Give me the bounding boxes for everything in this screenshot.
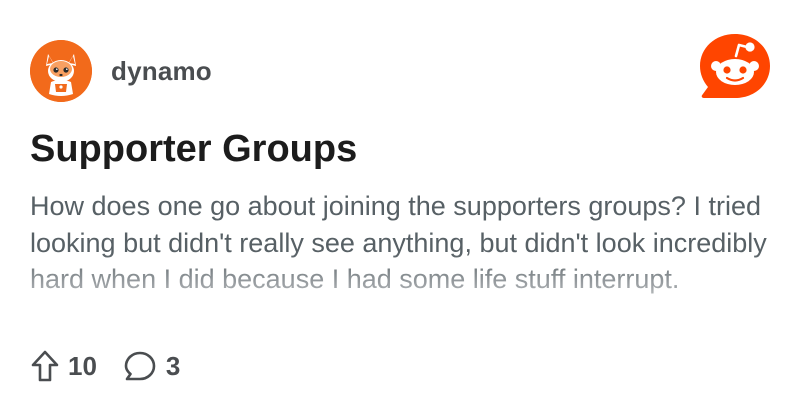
post-header: dynamo xyxy=(30,40,212,102)
post-actions: 10 3 xyxy=(30,346,180,386)
upvote-arrow-icon xyxy=(31,350,59,382)
comments-button[interactable]: 3 xyxy=(123,350,180,382)
comment-bubble-icon xyxy=(124,351,156,381)
reddit-snoo-logo[interactable] xyxy=(698,32,772,102)
post-body-text: How does one go about joining the suppor… xyxy=(30,191,767,294)
post-body: How does one go about joining the suppor… xyxy=(30,188,780,326)
user-avatar[interactable] xyxy=(30,40,92,102)
post-title[interactable]: Supporter Groups xyxy=(30,124,357,174)
post-card[interactable]: dynamo Supporter Groups How does one go … xyxy=(0,0,800,419)
comment-count: 3 xyxy=(165,350,181,381)
upvote-button[interactable]: 10 xyxy=(30,349,97,383)
username[interactable]: dynamo xyxy=(111,56,212,87)
upvote-count: 10 xyxy=(68,350,97,381)
